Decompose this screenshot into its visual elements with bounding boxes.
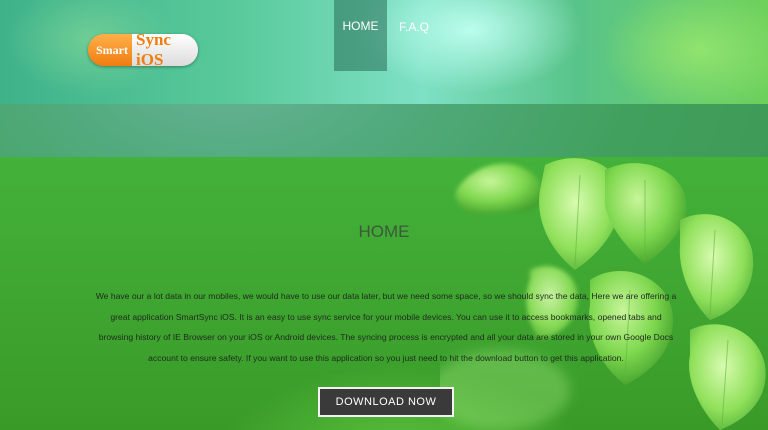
leaf-3	[605, 163, 687, 265]
page: Smart Sync iOS HOME F.A.Q HOME We have o…	[0, 0, 768, 430]
leaf-6	[689, 324, 766, 430]
download-now-label: DOWNLOAD NOW	[335, 396, 437, 408]
nav-item-home-label: HOME	[342, 19, 379, 33]
description-text: We have our a lot data in our mobiles, w…	[95, 291, 677, 363]
logo[interactable]: Smart Sync iOS	[88, 34, 198, 66]
download-now-button[interactable]: DOWNLOAD NOW	[318, 387, 454, 417]
page-title: HOME	[358, 222, 410, 241]
leaf-1	[455, 163, 543, 215]
nav-item-home[interactable]: HOME	[334, 0, 387, 71]
logo-text-smart: Smart	[88, 34, 132, 66]
nav-item-faq-label: F.A.Q	[398, 19, 429, 34]
nav-item-faq[interactable]: F.A.Q	[392, 0, 436, 53]
logo-text-sync-ios: Sync iOS	[132, 34, 198, 66]
